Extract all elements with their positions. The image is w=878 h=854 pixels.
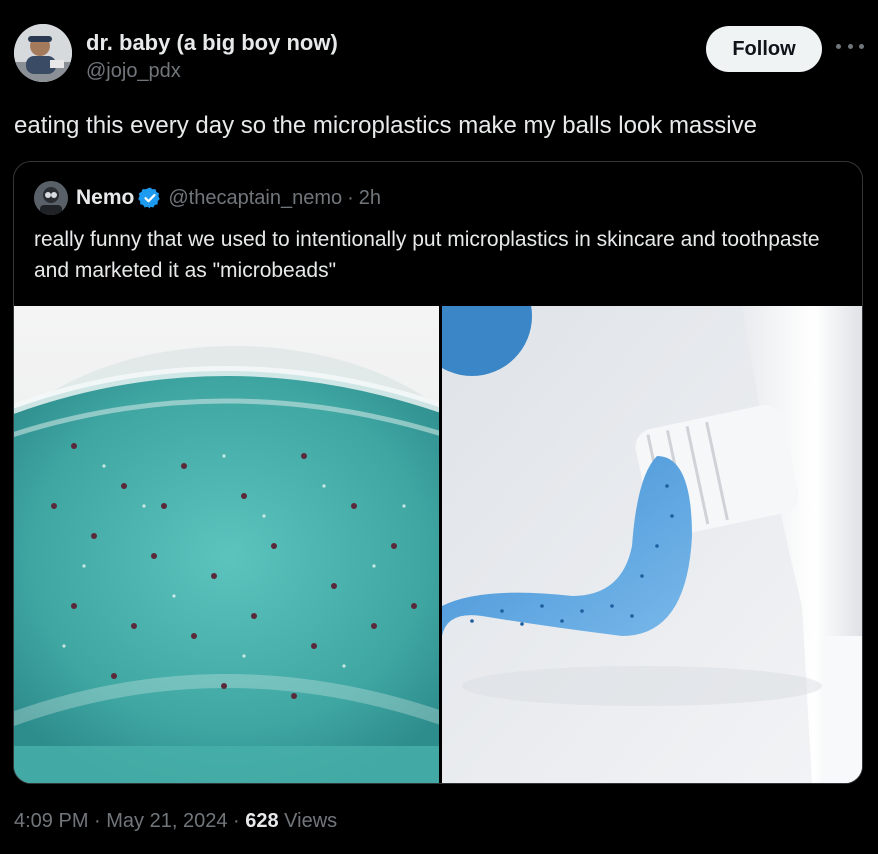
microbeads-gel-image[interactable] bbox=[14, 306, 439, 783]
tweet-time[interactable]: 4:09 PM bbox=[14, 810, 88, 832]
author-avatar[interactable] bbox=[14, 24, 72, 82]
tweet-date[interactable]: May 21, 2024 bbox=[106, 810, 227, 832]
quoted-tweet-text: really funny that we used to intentional… bbox=[34, 228, 820, 282]
quoted-tweet-header: Nemo @thecaptain_nemo · 2h bbox=[34, 180, 381, 216]
quoted-author-name[interactable]: Nemo bbox=[76, 186, 134, 210]
more-icon[interactable] bbox=[836, 36, 864, 56]
tweet-footer: 4:09 PM · May 21, 2024 · 628 Views bbox=[14, 810, 337, 833]
quoted-author-avatar[interactable] bbox=[34, 181, 68, 215]
quoted-tweet[interactable]: Nemo @thecaptain_nemo · 2h really funny … bbox=[13, 161, 863, 784]
follow-button[interactable]: Follow bbox=[706, 26, 822, 72]
quoted-timestamp[interactable]: 2h bbox=[359, 187, 381, 210]
quoted-author-handle[interactable]: @thecaptain_nemo bbox=[168, 187, 342, 210]
separator-dot: · bbox=[227, 810, 246, 832]
toothpaste-image[interactable] bbox=[442, 306, 862, 783]
separator-dot: · bbox=[347, 186, 354, 209]
author-handle[interactable]: @jojo_pdx bbox=[86, 58, 338, 84]
quoted-media-grid bbox=[14, 306, 862, 783]
author-display-name[interactable]: dr. baby (a big boy now) bbox=[86, 30, 338, 56]
tweet-text: eating this every day so the microplasti… bbox=[14, 112, 757, 139]
views-label: Views bbox=[278, 810, 338, 832]
views-count: 628 bbox=[245, 810, 279, 832]
separator-dot: · bbox=[88, 810, 107, 832]
verified-badge-icon bbox=[138, 187, 161, 209]
tweet-header: dr. baby (a big boy now) @jojo_pdx Follo… bbox=[14, 24, 864, 88]
